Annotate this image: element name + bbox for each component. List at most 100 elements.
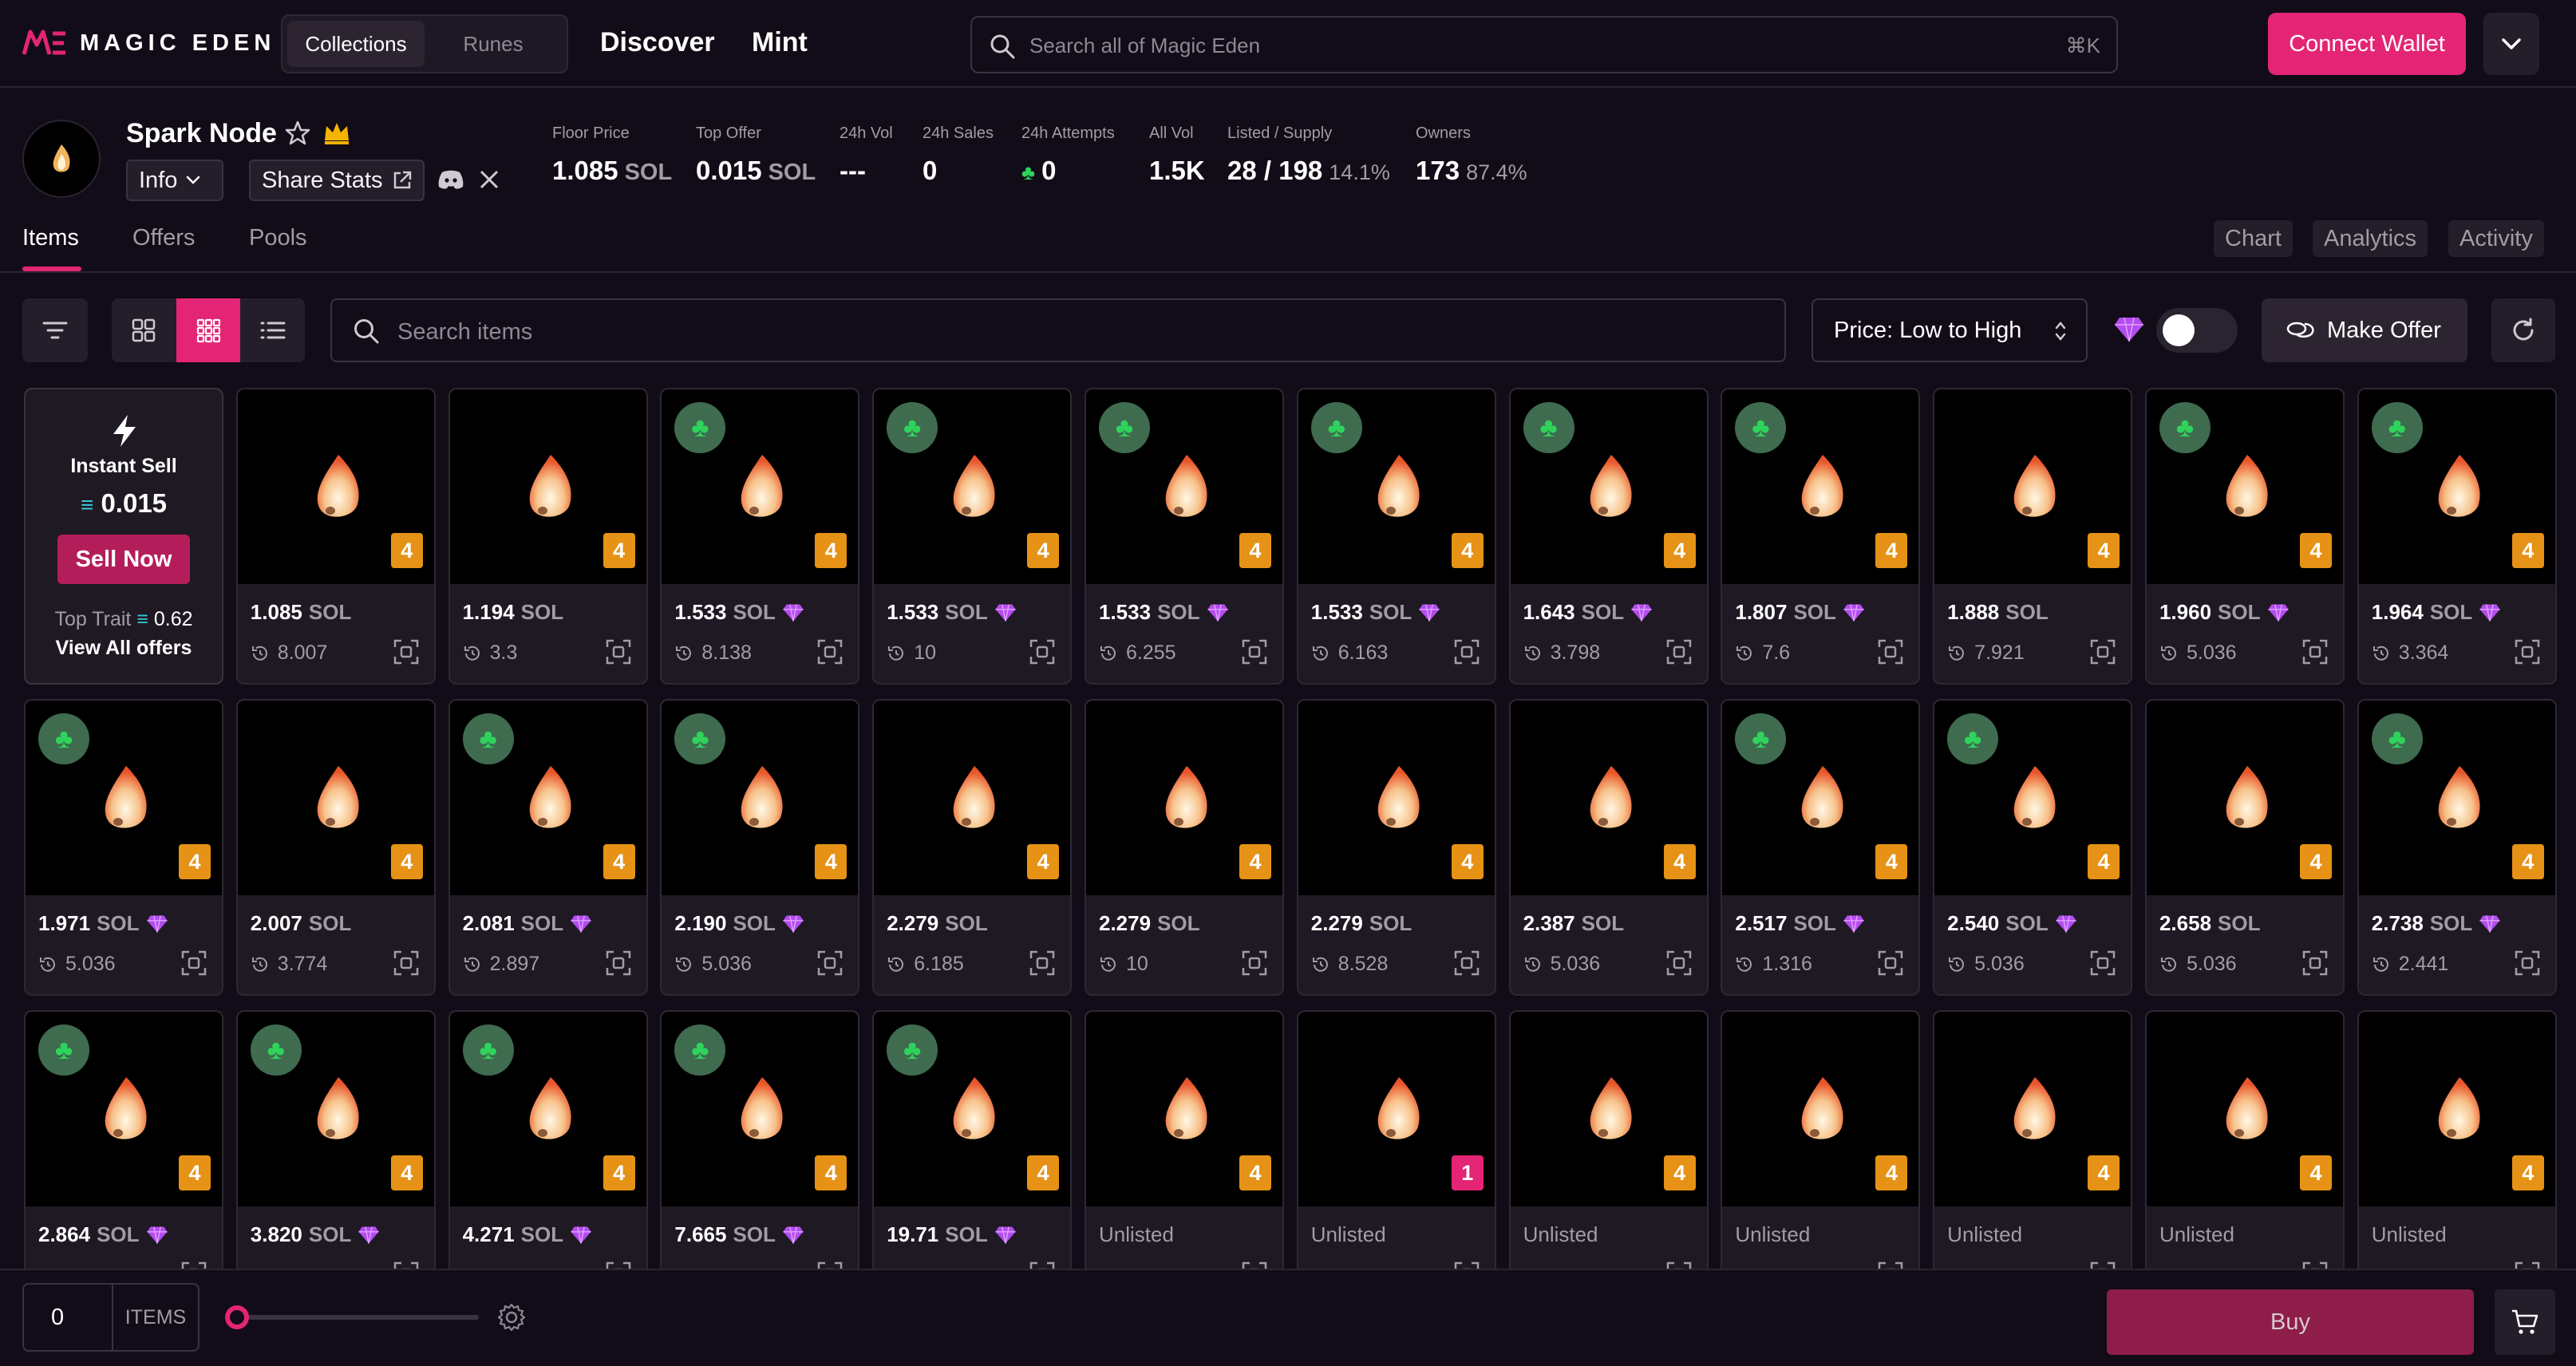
items-search-input[interactable]: Search items [330, 298, 1786, 362]
nft-card[interactable]: ♣ 4 1.964 SOL 3.364 [2357, 388, 2557, 685]
inspect-icon[interactable] [1453, 949, 1480, 977]
nft-image[interactable]: ♣ 4 [874, 1012, 1071, 1206]
nft-image[interactable]: ♣ 4 [1298, 389, 1495, 584]
segment-runes[interactable]: Runes [425, 21, 562, 67]
nft-card[interactable]: 4 Unlisted [2144, 1010, 2345, 1269]
inspect-icon[interactable] [2514, 949, 2541, 977]
nft-image[interactable]: 4 [1510, 701, 1707, 895]
nft-image[interactable]: ♣ 4 [1722, 701, 1919, 895]
nft-image[interactable]: 4 [1298, 701, 1495, 895]
nft-card[interactable]: 4 2.007 SOL 3.774 [235, 699, 436, 996]
nft-card[interactable]: ♣ 4 1.533 SOL 8.138 [660, 388, 860, 685]
sweep-slider[interactable] [225, 1305, 479, 1329]
inspect-icon[interactable] [2301, 949, 2329, 977]
cart-button[interactable] [2495, 1289, 2555, 1355]
gear-icon[interactable] [496, 1302, 527, 1332]
nft-image[interactable]: 4 [1722, 1012, 1919, 1206]
nft-image[interactable]: ♣ 4 [2358, 389, 2555, 584]
nft-card[interactable]: ♣ 4 1.533 SOL 6.255 [1084, 388, 1284, 685]
inspect-icon[interactable] [2301, 1261, 2329, 1269]
inspect-icon[interactable] [1453, 638, 1480, 665]
inspect-icon[interactable] [2089, 638, 2116, 665]
nft-card[interactable]: 4 Unlisted [2357, 1010, 2557, 1269]
x-twitter-icon[interactable] [479, 169, 500, 190]
nft-image[interactable]: ♣ 4 [1722, 389, 1919, 584]
tab-items[interactable]: Items [22, 225, 79, 251]
inspect-icon[interactable] [393, 638, 420, 665]
nft-image[interactable]: 4 [874, 701, 1071, 895]
nft-card[interactable]: 4 Unlisted [1508, 1010, 1709, 1269]
nft-card[interactable]: ♣ 4 2.190 SOL 5.036 [660, 699, 860, 996]
inspect-icon[interactable] [2089, 1261, 2116, 1269]
view-small-grid[interactable] [176, 298, 241, 362]
nft-card[interactable]: ♣ 4 19.71 SOL [872, 1010, 1073, 1269]
nft-image[interactable]: 4 [1085, 701, 1282, 895]
nft-image[interactable]: ♣ 4 [26, 701, 222, 895]
nft-card[interactable]: 4 2.387 SOL 5.036 [1508, 699, 1709, 996]
inspect-icon[interactable] [1665, 638, 1693, 665]
inspect-icon[interactable] [1877, 638, 1904, 665]
nav-discover[interactable]: Discover [600, 27, 715, 58]
inspect-icon[interactable] [1453, 1261, 1480, 1269]
nft-image[interactable]: 4 [237, 389, 434, 584]
refresh-button[interactable] [2491, 298, 2555, 362]
inspect-icon[interactable] [2301, 638, 2329, 665]
inspect-icon[interactable] [816, 638, 844, 665]
nft-image[interactable]: 1 [1298, 1012, 1495, 1206]
tab-pools[interactable]: Pools [249, 225, 307, 251]
nft-card[interactable]: 4 Unlisted [1721, 1010, 1921, 1269]
inspect-icon[interactable] [2089, 949, 2116, 977]
inspect-icon[interactable] [1241, 949, 1268, 977]
nft-image[interactable]: ♣ 4 [662, 701, 859, 895]
inspect-icon[interactable] [393, 949, 420, 977]
inspect-icon[interactable] [180, 1261, 207, 1269]
analytics-button[interactable]: Analytics [2313, 220, 2428, 257]
nft-image[interactable]: ♣ 4 [662, 389, 859, 584]
inspect-icon[interactable] [2514, 1261, 2541, 1269]
inspect-icon[interactable] [605, 638, 632, 665]
nft-image[interactable]: 4 [1085, 1012, 1282, 1206]
nft-image[interactable]: 4 [1510, 1012, 1707, 1206]
nft-card[interactable]: 4 Unlisted [1084, 1010, 1284, 1269]
nft-card[interactable]: ♣ 4 1.533 SOL 6.163 [1296, 388, 1496, 685]
discord-icon[interactable] [437, 169, 464, 190]
nft-card[interactable]: ♣ 4 1.971 SOL 5.036 [24, 699, 223, 996]
nft-card[interactable]: ♣ 4 2.738 SOL 2.441 [2357, 699, 2557, 996]
nft-card[interactable]: 4 2.279 SOL 8.528 [1296, 699, 1496, 996]
chart-button[interactable]: Chart [2214, 220, 2293, 257]
share-stats-button[interactable]: Share Stats [249, 160, 425, 201]
inspect-icon[interactable] [816, 1261, 844, 1269]
nft-card[interactable]: ♣ 4 4.271 SOL [448, 1010, 648, 1269]
nft-image[interactable]: ♣ 4 [2358, 701, 2555, 895]
inspect-icon[interactable] [1241, 638, 1268, 665]
nft-card[interactable]: ♣ 4 7.665 SOL [660, 1010, 860, 1269]
inspect-icon[interactable] [605, 949, 632, 977]
inspect-icon[interactable] [1029, 638, 1056, 665]
nft-image[interactable]: 4 [2146, 701, 2343, 895]
nft-image[interactable]: ♣ 4 [874, 389, 1071, 584]
nft-card[interactable]: ♣ 4 2.081 SOL 2.897 [448, 699, 648, 996]
nft-card[interactable]: 4 2.279 SOL 6.185 [872, 699, 1073, 996]
nft-card[interactable]: ♣ 4 2.517 SOL 1.316 [1721, 699, 1921, 996]
nft-card[interactable]: 1 Unlisted [1296, 1010, 1496, 1269]
nft-card[interactable]: 4 1.085 SOL 8.007 [235, 388, 436, 685]
nft-image[interactable]: ♣ 4 [1085, 389, 1282, 584]
nft-image[interactable]: ♣ 4 [1934, 701, 2132, 895]
sort-dropdown[interactable]: Price: Low to High [1811, 298, 2088, 362]
nft-card[interactable]: ♣ 4 1.533 SOL 10 [872, 388, 1073, 685]
nft-image[interactable]: ♣ 4 [449, 701, 646, 895]
nft-card[interactable]: 4 2.279 SOL 10 [1084, 699, 1284, 996]
view-all-offers-link[interactable]: View All offers [26, 637, 222, 660]
nft-image[interactable]: 4 [2146, 1012, 2343, 1206]
nft-card[interactable]: ♣ 4 1.807 SOL 7.6 [1721, 388, 1921, 685]
nft-card[interactable]: ♣ 4 2.540 SOL 5.036 [1933, 699, 2133, 996]
nft-image[interactable]: ♣ 4 [662, 1012, 859, 1206]
nft-card[interactable]: ♣ 4 3.820 SOL [235, 1010, 436, 1269]
nav-mint[interactable]: Mint [752, 27, 808, 58]
slider-thumb[interactable] [225, 1305, 249, 1329]
nft-image[interactable]: ♣ 4 [2146, 389, 2343, 584]
view-large-grid[interactable] [112, 298, 176, 362]
sell-now-button[interactable]: Sell Now [57, 535, 190, 584]
view-list[interactable] [240, 298, 305, 362]
global-search[interactable]: Search all of Magic Eden ⌘K [970, 16, 2118, 73]
